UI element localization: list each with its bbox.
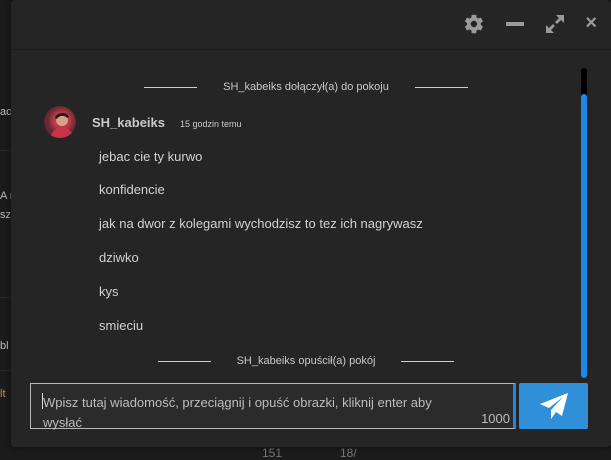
system-message-text: SH_kabeiks dołączył(a) do pokoju — [223, 81, 389, 93]
background-text: sz — [0, 209, 11, 221]
send-button[interactable] — [519, 383, 588, 429]
header-divider — [11, 49, 611, 50]
minimize-icon[interactable] — [505, 14, 525, 34]
message-input[interactable]: Wpisz tutaj wiadomość, przeciągnij i opu… — [30, 383, 516, 430]
message-input-placeholder: Wpisz tutaj wiadomość, przeciągnij i opu… — [43, 395, 432, 430]
scrollbar-thumb[interactable] — [581, 94, 587, 378]
background-text: 151 — [262, 446, 283, 460]
message-timestamp: 15 godzin temu — [180, 119, 242, 129]
gear-icon[interactable] — [463, 13, 485, 35]
background-text: ac — [0, 106, 12, 118]
window-controls: × — [463, 12, 597, 35]
background-text: 18/ — [340, 446, 357, 460]
system-message-joined: SH_kabeiks dołączył(a) do pokoju — [11, 81, 601, 93]
divider-line — [414, 86, 468, 88]
background-text: lt — [0, 388, 6, 400]
message-text: smieciu — [99, 318, 144, 333]
expand-icon[interactable] — [545, 14, 565, 34]
send-icon — [539, 393, 568, 419]
system-message-text: SH_kabeiks opuścił(a) pokój — [236, 355, 376, 367]
avatar[interactable] — [44, 106, 76, 138]
divider-line — [401, 360, 455, 362]
system-message-left: SH_kabeiks opuścił(a) pokój — [11, 355, 601, 367]
message-text: jak na dwor z kolegami wychodzisz to tez… — [99, 216, 423, 231]
divider-line — [157, 360, 211, 362]
background-text: bl — [0, 340, 9, 352]
message-text: kys — [99, 284, 119, 299]
close-icon[interactable]: × — [585, 12, 597, 35]
message-text: jebac cie ty kurwo — [99, 149, 203, 164]
message-text: dziwko — [99, 250, 139, 265]
chat-window: × SH_kabeiks dołączył(a) do pokoju SH_ka… — [11, 0, 611, 447]
message-text: konfidencie — [99, 182, 165, 197]
divider-line — [144, 86, 198, 88]
character-counter: 1000 — [481, 411, 510, 426]
message-author[interactable]: SH_kabeiks — [92, 115, 165, 130]
